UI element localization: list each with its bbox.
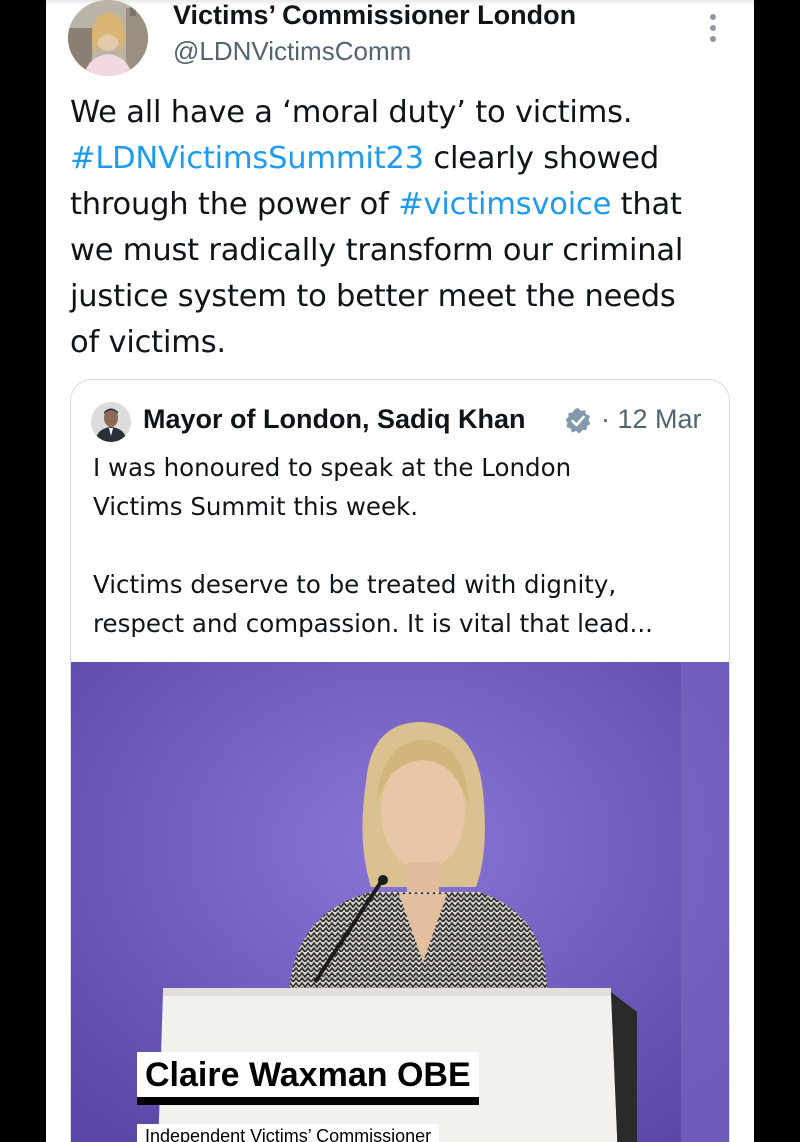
author-avatar[interactable] (68, 0, 148, 76)
author-handle[interactable]: @LDNVictimsComm (173, 36, 411, 67)
tweet-text-line: of victims. (70, 325, 226, 360)
quoted-author-name[interactable]: Mayor of London, Sadiq Khan (143, 404, 525, 435)
tweet-card[interactable]: Victims’ Commissioner London @LDNVictims… (46, 0, 754, 1142)
hashtag-link[interactable]: #LDNVictimsSummit23 (70, 141, 424, 176)
quoted-text: I was honoured to speak at the London Vi… (93, 448, 713, 643)
quoted-text-line: Victims Summit this week. (93, 492, 418, 521)
quoted-tweet[interactable]: Mayor of London, Sadiq Khan · 12 Mar I w… (70, 379, 730, 1142)
tweet-text-line: we must radically transform our criminal (70, 233, 684, 268)
tweet-text-line: through the power of #victimsvoice that (70, 182, 738, 228)
tweet-text-fragment: that (611, 187, 682, 222)
author-name[interactable]: Victims’ Commissioner London (173, 0, 576, 31)
more-dot (710, 25, 716, 31)
quoted-avatar-image (91, 402, 131, 442)
tweet-text-fragment: through the power of (70, 187, 399, 222)
tweet-text-line: justice system to better meet the needs (70, 279, 676, 314)
quoted-text-line: I was honoured to speak at the London (93, 453, 572, 482)
quoted-text-line: respect and compassion. It is vital that… (93, 609, 653, 638)
screen: Victims’ Commissioner London @LDNVictims… (0, 0, 800, 1142)
verified-badge-icon (563, 406, 593, 436)
more-vertical-icon[interactable] (702, 14, 724, 46)
tweet-text-line: #LDNVictimsSummit23 clearly showed (70, 136, 738, 182)
quoted-author-avatar[interactable] (91, 402, 131, 442)
quoted-text-line: Victims deserve to be treated with digni… (93, 570, 617, 599)
tweet-text-line: We all have a ‘moral duty’ to victims. (70, 95, 633, 130)
more-dot (710, 14, 716, 20)
quoted-text-line (93, 526, 713, 565)
hashtag-link[interactable]: #victimsvoice (398, 187, 611, 222)
author-avatar-image (68, 0, 148, 76)
tweet-text: We all have a ‘moral duty’ to victims. #… (70, 90, 738, 366)
quoted-date[interactable]: · 12 Mar (601, 404, 702, 435)
caption-name: Claire Waxman OBE (137, 1052, 479, 1105)
caption-role: Independent Victims’ Commissioner (137, 1124, 440, 1142)
tweet-text-fragment: clearly showed (423, 141, 659, 176)
more-dot (710, 36, 716, 42)
quoted-media[interactable]: Claire Waxman OBE Independent Victims’ C… (71, 662, 729, 1142)
